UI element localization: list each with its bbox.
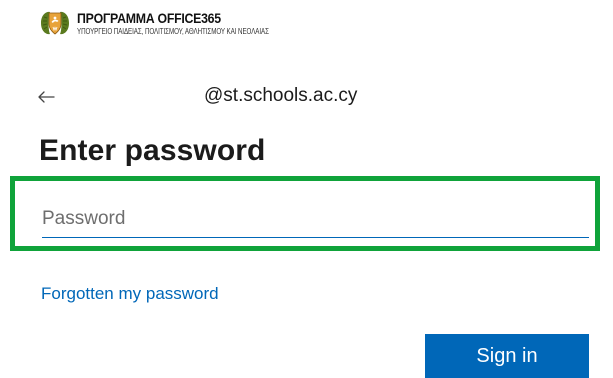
brand-header: ΠΡΟΓΡΑΜΜΑ OFFICE365 ΥΠΟΥΡΓΕΙΟ ΠΑΙΔΕΙΑΣ, … xyxy=(37,8,323,38)
brand-title: ΠΡΟΓΡΑΜΜΑ OFFICE365 xyxy=(77,9,221,26)
page-title: Enter password xyxy=(39,134,266,167)
forgot-password-link[interactable]: Forgotten my password xyxy=(41,284,219,304)
account-identity: @st.schools.ac.cy xyxy=(204,85,358,106)
back-arrow-icon[interactable] xyxy=(34,85,58,109)
identity-row: @st.schools.ac.cy xyxy=(34,82,554,112)
sign-in-button[interactable]: Sign in xyxy=(425,334,589,378)
password-input[interactable] xyxy=(42,202,589,238)
brand-text: ΠΡΟΓΡΑΜΜΑ OFFICE365 ΥΠΟΥΡΓΕΙΟ ΠΑΙΔΕΙΑΣ, … xyxy=(77,11,323,36)
brand-subtitle: ΥΠΟΥΡΓΕΙΟ ΠΑΙΔΕΙΑΣ, ΠΟΛΙΤΙΣΜΟΥ, ΑΘΛΗΤΙΣΜ… xyxy=(77,26,269,36)
cyprus-coat-of-arms-icon xyxy=(37,8,73,38)
